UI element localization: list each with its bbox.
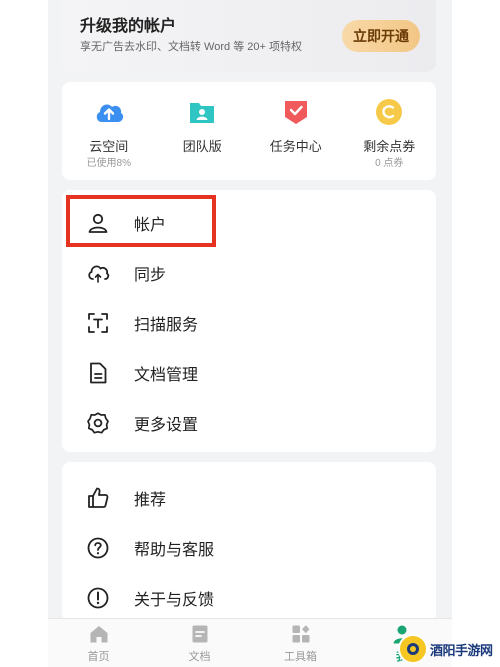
cloud-sync-icon: [88, 265, 110, 283]
menu-label: 同步: [134, 267, 167, 284]
bottom-nav: 首页 文档 工具箱 我: [48, 618, 452, 667]
quick-item-coupons[interactable]: 剩余点券 0 点券: [343, 82, 437, 180]
nav-toolbox[interactable]: 工具箱: [250, 619, 351, 667]
quick-access-card: 云空间 已使用8% 团队版 任务中心 剩余点券 0 点券: [62, 82, 436, 180]
menu-label: 文档管理: [134, 367, 199, 384]
help-icon: [87, 537, 109, 559]
quick-label: 团队版: [182, 139, 222, 154]
quick-label: 云空间: [89, 139, 129, 154]
watermark-logo-icon: [398, 634, 428, 664]
team-folder-icon: [190, 103, 215, 123]
thumbs-up-icon: [88, 487, 109, 508]
banner-subtitle: 享无广告去水印、文档转 Word 等 20+ 项特权: [80, 41, 302, 53]
task-center-icon: [284, 101, 307, 124]
menu-item-document-management[interactable]: 文档管理: [62, 353, 436, 393]
app-screen: 升级我的帐户 享无广告去水印、文档转 Word 等 20+ 项特权 立即开通 云…: [48, 0, 452, 667]
menu-label: 推荐: [134, 492, 167, 509]
home-icon: [90, 626, 107, 643]
nav-label: 文档: [188, 651, 211, 663]
menu-item-recommend[interactable]: 推荐: [62, 478, 436, 518]
watermark-text: 酒阳手游网: [430, 642, 493, 658]
toolbox-icon: [292, 625, 309, 643]
menu-item-account[interactable]: 帐户: [62, 203, 436, 243]
info-icon: [87, 587, 109, 609]
menu-item-scan-service[interactable]: 扫描服务: [62, 303, 436, 343]
quick-item-cloud-space[interactable]: 云空间 已使用8%: [62, 82, 156, 180]
scan-text-icon: [88, 313, 108, 333]
menu-label: 帮助与客服: [134, 542, 215, 559]
document-nav-icon: [192, 625, 207, 643]
storage-usage: 已使用8%: [86, 158, 131, 169]
nav-home[interactable]: 首页: [48, 619, 149, 667]
quick-label: 剩余点券: [363, 139, 416, 154]
activate-vip-button[interactable]: 立即开通: [342, 20, 420, 52]
settings-menu-card: 帐户 同步 扫描服务 文档管理 更多设置: [62, 190, 436, 452]
quick-label: 任务中心: [269, 139, 322, 154]
site-watermark: 酒阳手游网: [398, 632, 498, 666]
gear-icon: [87, 412, 109, 434]
nav-label: 工具箱: [284, 651, 317, 663]
menu-label: 更多设置: [134, 417, 199, 434]
nav-documents[interactable]: 文档: [149, 619, 250, 667]
coupon-count: 0 点券: [375, 158, 404, 169]
coupon-coin-icon: [376, 99, 403, 125]
menu-label: 扫描服务: [134, 317, 199, 334]
menu-item-about-feedback[interactable]: 关于与反馈: [62, 578, 436, 618]
menu-label: 关于与反馈: [134, 592, 215, 609]
person-icon: [88, 213, 108, 233]
menu-item-more-settings[interactable]: 更多设置: [62, 403, 436, 443]
menu-item-sync[interactable]: 同步: [62, 253, 436, 293]
banner-title: 升级我的帐户: [80, 18, 177, 35]
menu-item-help-support[interactable]: 帮助与客服: [62, 528, 436, 568]
quick-item-team[interactable]: 团队版: [156, 82, 250, 180]
document-icon: [90, 362, 107, 384]
cloud-upload-icon: [96, 104, 123, 122]
menu-label: 帐户: [134, 217, 167, 234]
support-menu-card: 推荐 帮助与客服 关于与反馈: [62, 462, 436, 622]
nav-label: 首页: [87, 651, 110, 663]
quick-item-task-center[interactable]: 任务中心: [249, 82, 343, 180]
upgrade-banner[interactable]: 升级我的帐户 享无广告去水印、文档转 Word 等 20+ 项特权 立即开通: [62, 0, 436, 72]
